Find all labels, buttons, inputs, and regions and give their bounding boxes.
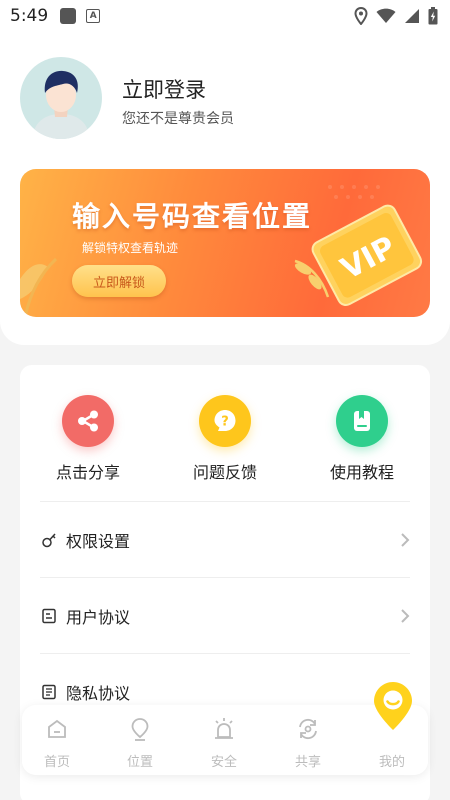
feedback-label: 问题反馈: [192, 463, 257, 482]
nav-home[interactable]: 首页: [29, 715, 85, 770]
avatar-person-icon: [32, 70, 90, 139]
unlock-button[interactable]: 立即解锁: [72, 265, 166, 297]
wifi-icon: [376, 8, 396, 23]
avatar[interactable]: [20, 57, 102, 139]
svg-text:?: ?: [221, 415, 229, 430]
banner-subtitle: 解锁特权查看轨迹: [82, 241, 179, 255]
feedback-action[interactable]: ? 问题反馈: [170, 395, 280, 483]
profile-card: 立即登录 您还不是尊贵会员 VIP 输入号码查看位置 解锁特权查看轨迹 立即解锁: [0, 32, 450, 345]
font-a-icon: A: [86, 9, 101, 23]
nav-label: 我的: [378, 755, 405, 770]
bottom-nav: 首页 位置 安全 共享 我的: [22, 705, 428, 775]
tutorial-action[interactable]: 使用教程: [307, 395, 417, 483]
menu-item-permissions[interactable]: 权限设置: [40, 512, 410, 568]
banner-title: 输入号码查看位置: [72, 200, 313, 233]
document-lines-icon: [40, 683, 58, 701]
profile-icon[interactable]: [372, 680, 414, 732]
home-icon: [29, 715, 85, 743]
book-icon: [336, 395, 388, 447]
status-bar: 5:49 A: [0, 0, 450, 32]
key-icon: [40, 531, 58, 549]
nav-label: 安全: [210, 755, 237, 770]
nav-share[interactable]: 共享: [280, 715, 336, 770]
battery-icon: [428, 7, 438, 25]
alarm-icon: [196, 715, 252, 743]
status-time: 5:49: [10, 6, 49, 26]
menu-item-label: 隐私协议: [66, 684, 131, 703]
login-subtitle: 您还不是尊贵会员: [122, 111, 234, 127]
vip-banner[interactable]: VIP 输入号码查看位置 解锁特权查看轨迹 立即解锁: [20, 169, 430, 317]
menu-item-user-agreement[interactable]: 用户协议: [40, 588, 410, 644]
notification-icon: [60, 8, 77, 24]
nav-label: 共享: [294, 755, 321, 770]
chevron-right-icon: [401, 609, 410, 623]
divider: [40, 501, 410, 502]
share-icon: [62, 395, 114, 447]
nav-label: 位置: [126, 755, 153, 770]
login-title[interactable]: 立即登录: [122, 74, 206, 104]
nav-location[interactable]: 位置: [112, 715, 168, 770]
location-status-icon: [354, 7, 368, 25]
chevron-right-icon: [401, 533, 410, 547]
share-action[interactable]: 点击分享: [33, 395, 143, 483]
share-sync-icon: [280, 715, 336, 743]
nav-label: 首页: [43, 755, 70, 770]
divider: [40, 577, 410, 578]
question-icon: ?: [199, 395, 251, 447]
location-pin-icon: [112, 715, 168, 743]
divider: [40, 653, 410, 654]
menu-item-label: 用户协议: [66, 608, 131, 627]
signal-icon: [405, 9, 419, 23]
share-label: 点击分享: [55, 463, 120, 482]
menu-item-label: 权限设置: [66, 532, 131, 551]
tutorial-label: 使用教程: [329, 463, 394, 482]
nav-safety[interactable]: 安全: [196, 715, 252, 770]
quick-actions: 点击分享 ? 问题反馈 使用教程: [20, 395, 430, 485]
document-icon: [40, 607, 58, 625]
